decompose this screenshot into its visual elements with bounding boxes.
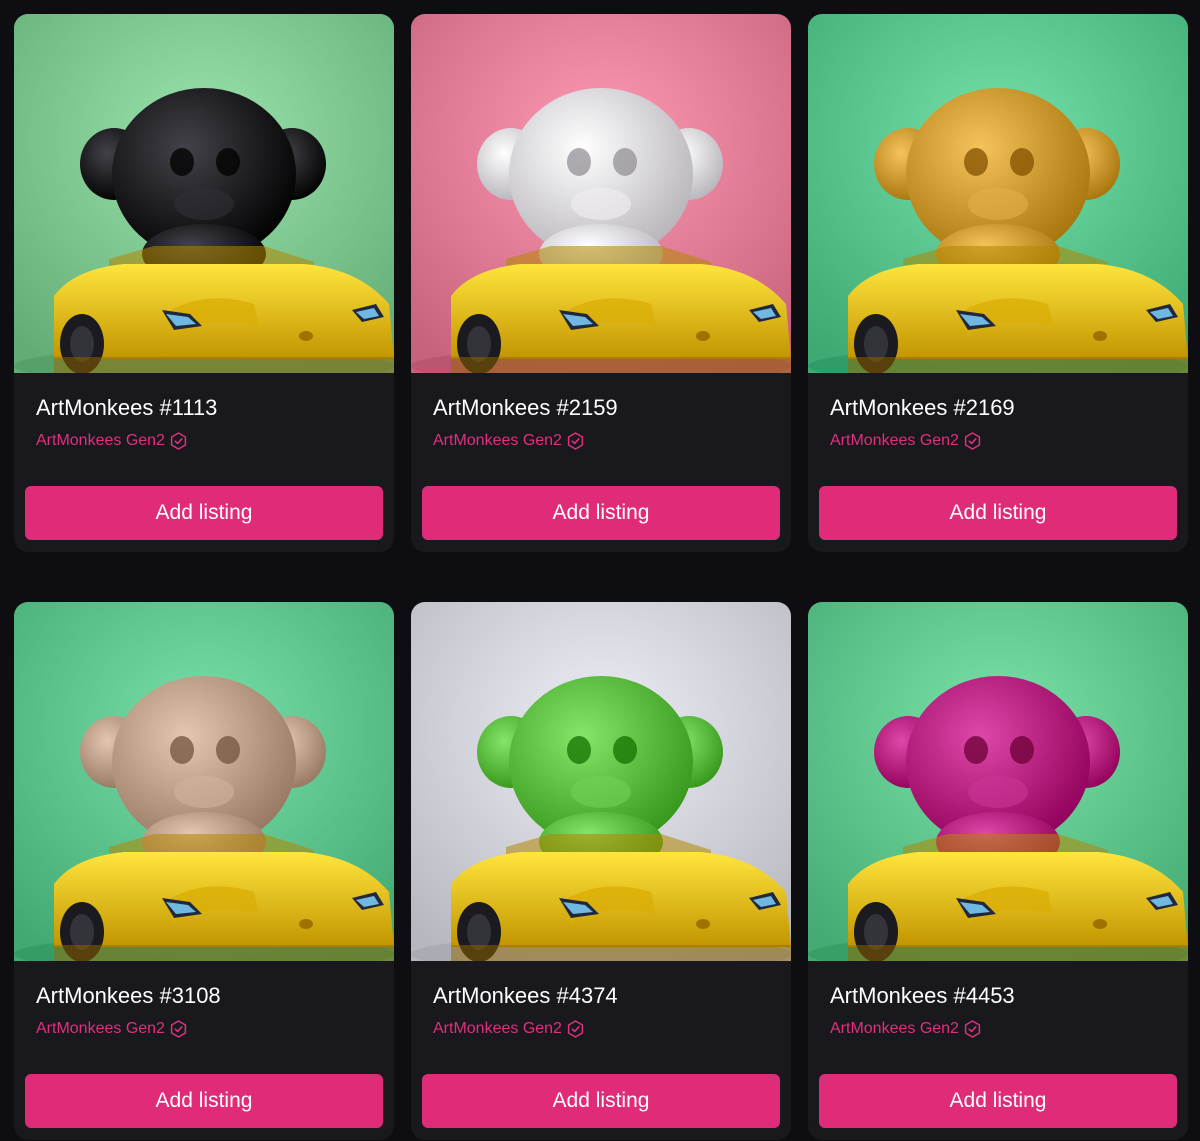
add-listing-button[interactable]: Add listing (25, 486, 383, 540)
nft-title[interactable]: ArtMonkees #4374 (433, 983, 618, 1009)
collection-link[interactable]: ArtMonkees Gen2 (36, 432, 187, 450)
collection-link[interactable]: ArtMonkees Gen2 (830, 1020, 981, 1038)
add-listing-button[interactable]: Add listing (422, 1074, 780, 1128)
add-listing-button[interactable]: Add listing (25, 1074, 383, 1128)
collection-name[interactable]: ArtMonkees Gen2 (433, 432, 562, 450)
nft-image[interactable] (14, 602, 394, 961)
nft-title[interactable]: ArtMonkees #2159 (433, 395, 618, 421)
nft-image[interactable] (411, 602, 791, 961)
nft-card[interactable]: ArtMonkees #2159 ArtMonkees Gen2 Add lis… (411, 14, 791, 552)
nft-card[interactable]: ArtMonkees #4453 ArtMonkees Gen2 Add lis… (808, 602, 1188, 1140)
verified-badge-icon (567, 1020, 584, 1038)
collection-name[interactable]: ArtMonkees Gen2 (36, 1020, 165, 1038)
verified-badge-icon (964, 1020, 981, 1038)
collection-name[interactable]: ArtMonkees Gen2 (830, 1020, 959, 1038)
verified-badge-icon (567, 432, 584, 450)
collection-link[interactable]: ArtMonkees Gen2 (830, 432, 981, 450)
collection-link[interactable]: ArtMonkees Gen2 (433, 432, 584, 450)
nft-grid: ArtMonkees #1113 ArtMonkees Gen2 Add lis… (14, 14, 1188, 1140)
collection-link[interactable]: ArtMonkees Gen2 (433, 1020, 584, 1038)
collection-name[interactable]: ArtMonkees Gen2 (830, 432, 959, 450)
nft-card[interactable]: ArtMonkees #2169 ArtMonkees Gen2 Add lis… (808, 14, 1188, 552)
nft-image[interactable] (411, 14, 791, 373)
nft-card[interactable]: ArtMonkees #1113 ArtMonkees Gen2 Add lis… (14, 14, 394, 552)
verified-badge-icon (170, 432, 187, 450)
collection-name[interactable]: ArtMonkees Gen2 (36, 432, 165, 450)
verified-badge-icon (170, 1020, 187, 1038)
collection-name[interactable]: ArtMonkees Gen2 (433, 1020, 562, 1038)
add-listing-button[interactable]: Add listing (819, 486, 1177, 540)
nft-title[interactable]: ArtMonkees #4453 (830, 983, 1015, 1009)
nft-card[interactable]: ArtMonkees #4374 ArtMonkees Gen2 Add lis… (411, 602, 791, 1140)
nft-title[interactable]: ArtMonkees #2169 (830, 395, 1015, 421)
nft-image[interactable] (14, 14, 394, 373)
collection-link[interactable]: ArtMonkees Gen2 (36, 1020, 187, 1038)
add-listing-button[interactable]: Add listing (819, 1074, 1177, 1128)
verified-badge-icon (964, 432, 981, 450)
add-listing-button[interactable]: Add listing (422, 486, 780, 540)
nft-title[interactable]: ArtMonkees #3108 (36, 983, 221, 1009)
nft-title[interactable]: ArtMonkees #1113 (36, 395, 217, 421)
nft-image[interactable] (808, 14, 1188, 373)
nft-card[interactable]: ArtMonkees #3108 ArtMonkees Gen2 Add lis… (14, 602, 394, 1140)
nft-image[interactable] (808, 602, 1188, 961)
